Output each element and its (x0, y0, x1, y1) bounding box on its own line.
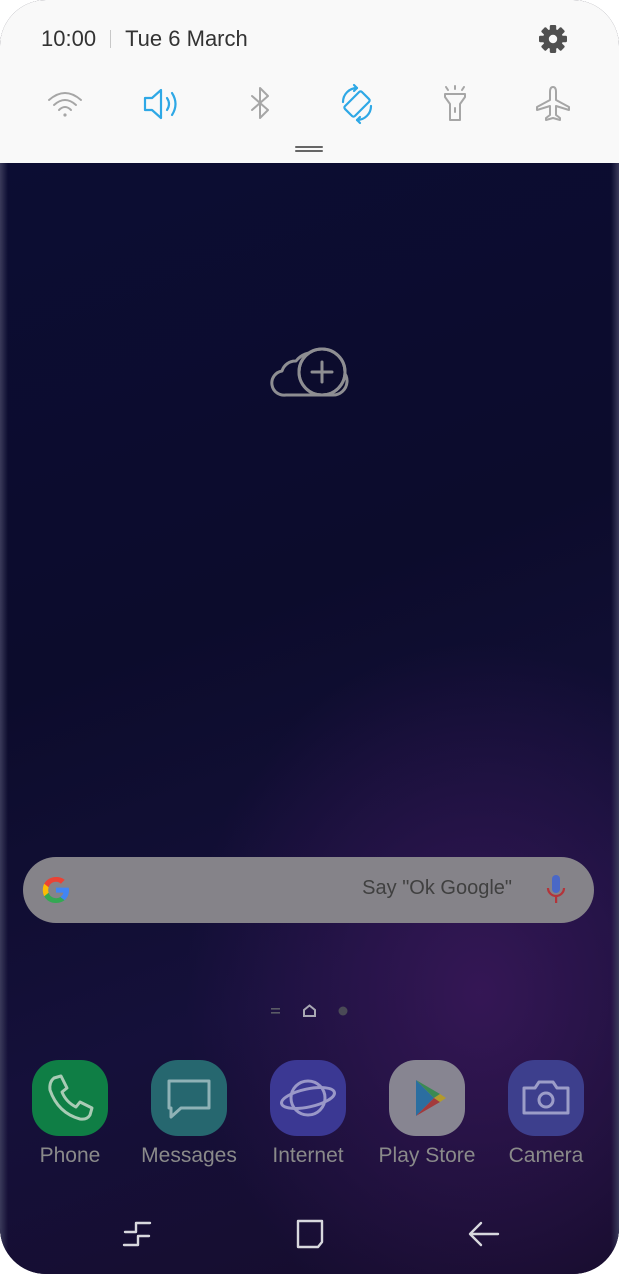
search-placeholder: Say "Ok Google" (362, 877, 512, 899)
play-store-icon (389, 1060, 465, 1136)
app-label: Phone (39, 1144, 101, 1167)
internet-icon (270, 1060, 346, 1136)
app-dock: Phone Messages Internet Play Store Camer… (0, 1060, 619, 1180)
app-camera[interactable]: Camera (491, 1060, 601, 1168)
bluetooth-icon[interactable] (238, 82, 282, 126)
edge-highlight-left (0, 163, 8, 1274)
back-icon[interactable] (462, 1212, 506, 1256)
panel-drag-handle[interactable] (295, 146, 323, 152)
menu-lines-icon (271, 1008, 280, 1014)
app-label: Play Store (378, 1144, 476, 1167)
clock: 10:00 (41, 26, 97, 51)
google-search-bar[interactable]: Say "Ok Google" (23, 857, 594, 923)
recents-icon[interactable] (115, 1212, 159, 1256)
status-row: 10:00 Tue 6 March (41, 26, 248, 52)
home-icon[interactable] (288, 1212, 332, 1256)
quick-panel: 10:00 Tue 6 March (0, 0, 619, 163)
home-page-icon (303, 1004, 316, 1017)
page-indicator (0, 1002, 619, 1020)
google-g-icon (40, 874, 72, 906)
gear-icon[interactable] (536, 22, 570, 56)
date: Tue 6 March (125, 26, 248, 51)
auto-rotate-icon[interactable] (335, 82, 379, 126)
navigation-bar (0, 1212, 619, 1256)
page-dot-icon (338, 1006, 348, 1016)
app-internet[interactable]: Internet (253, 1060, 363, 1168)
app-phone[interactable]: Phone (15, 1060, 125, 1168)
messages-icon (151, 1060, 227, 1136)
app-label: Messages (141, 1144, 237, 1167)
airplane-icon[interactable] (531, 82, 575, 126)
camera-icon (508, 1060, 584, 1136)
app-label: Camera (508, 1144, 584, 1167)
phone-icon (32, 1060, 108, 1136)
app-messages[interactable]: Messages (134, 1060, 244, 1168)
status-divider (110, 30, 112, 48)
app-label: Internet (272, 1144, 344, 1167)
flashlight-icon[interactable] (433, 82, 477, 126)
sound-icon[interactable] (140, 82, 184, 126)
app-play-store[interactable]: Play Store (372, 1060, 482, 1168)
wifi-icon[interactable] (43, 82, 87, 126)
edge-highlight-right (611, 163, 619, 1274)
mic-icon[interactable] (544, 873, 568, 907)
phone-screen: 10:00 Tue 6 March Say "Ok Google" Phone … (0, 0, 619, 1274)
cloud-plus-icon[interactable] (268, 345, 350, 401)
